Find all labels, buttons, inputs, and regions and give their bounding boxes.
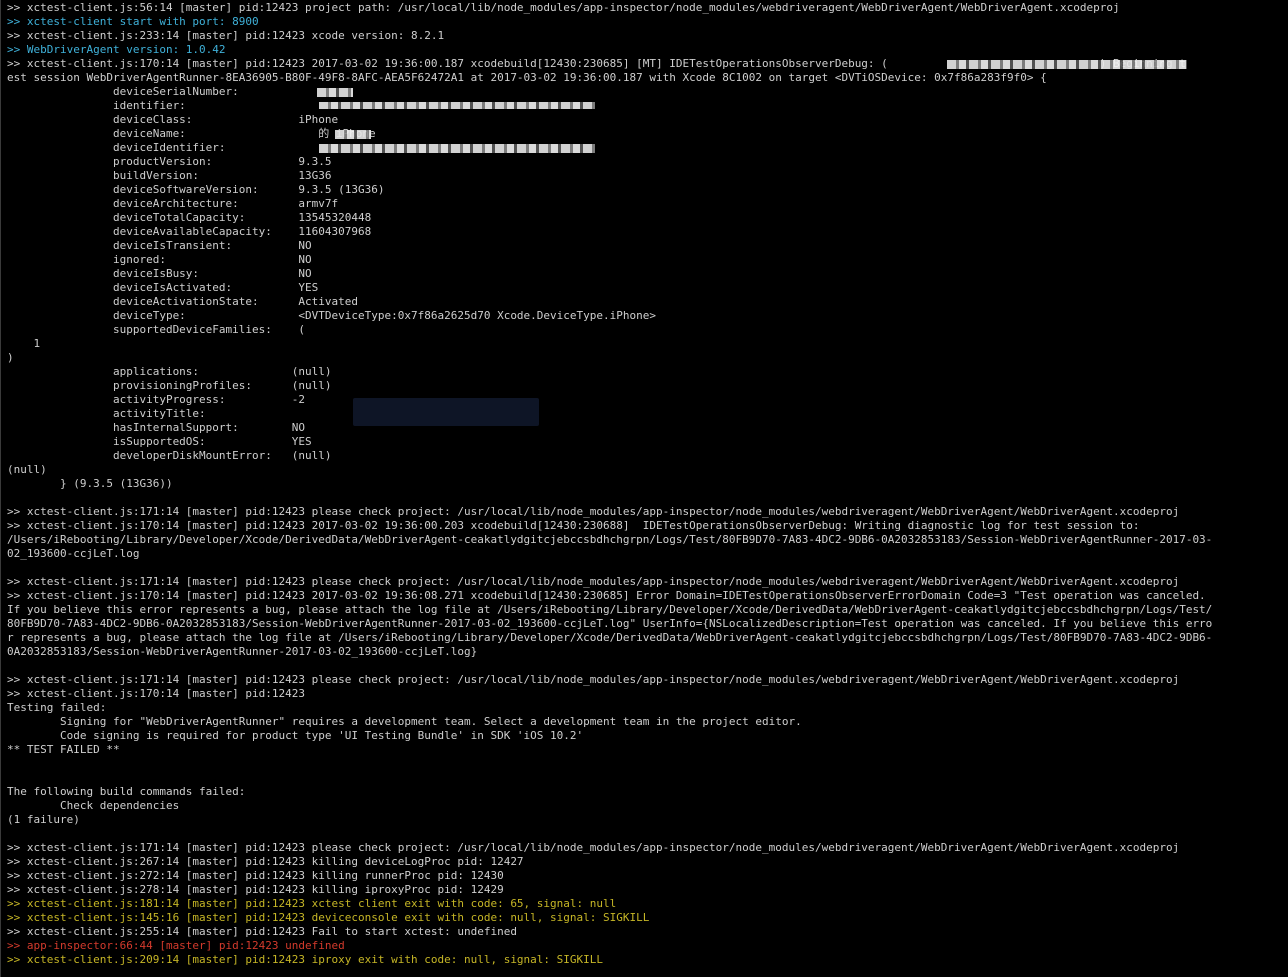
background-ghost-button [353,398,539,426]
log-line: deviceIsTransient: NO [7,239,312,252]
log-line: deviceActivationState: Activated [7,295,358,308]
log-line: deviceIsActivated: YES [7,281,319,294]
log-line: deviceIsBusy: NO [7,267,312,280]
log-line: deviceTotalCapacity: 13545320448 [7,211,372,224]
log-line: 0A2032853183/Session-WebDriverAgentRunne… [7,645,478,658]
log-line: >> xctest-client.js:170:14 [master] pid:… [7,589,1206,602]
log-line: /Users/iRebooting/Library/Developer/Xcod… [7,533,1213,546]
log-line: provisioningProfiles: (null) [7,379,332,392]
redacted-block [317,88,353,97]
log-line: deviceType: <DVTDeviceType:0x7f86a2625d7… [7,309,657,322]
log-line: ignored: NO [7,253,312,266]
log-line: deviceClass: iPhone [7,113,339,126]
log-line: deviceAvailableCapacity: 11604307968 [7,225,372,238]
log-line: >> xctest-client.js:272:14 [master] pid:… [7,869,504,882]
log-line: ) [7,351,14,364]
log-line: est session WebDriverAgentRunner-8EA3690… [7,71,1047,84]
log-line: identifier: [7,99,186,112]
log-line: 1 [7,337,41,350]
log-line: (null) [7,463,47,476]
log-line: >> app-inspector:66:44 [master] pid:1242… [7,939,345,952]
redacted-block [335,130,371,139]
log-line: >> xctest-client.js:209:14 [master] pid:… [7,953,604,966]
log-line: deviceSoftwareVersion: 9.3.5 (13G36) [7,183,385,196]
log-line: supportedDeviceFamilies: ( [7,323,306,336]
log-line: ** TEST FAILED ** [7,743,120,756]
log-line: 02_193600-ccjLeT.log [7,547,140,560]
log-line: deviceName: 的 iPhone [7,127,376,140]
log-line: deviceSerialNumber: [7,85,239,98]
log-line: Code signing is required for product typ… [7,729,584,742]
log-line: deviceArchitecture: armv7f [7,197,339,210]
log-line: >> xctest-client.js:171:14 [master] pid:… [7,841,1180,854]
log-line: isSupportedOS: YES [7,435,312,448]
log-line: >> xctest-client.js:171:14 [master] pid:… [7,505,1180,518]
log-line: Signing for "WebDriverAgentRunner" requi… [7,715,802,728]
log-line: If you believe this error represents a b… [7,603,1213,616]
log-line: >> xctest-client.js:278:14 [master] pid:… [7,883,504,896]
log-line: (1 failure) [7,813,80,826]
log-line: developerDiskMountError: (null) [7,449,332,462]
redacted-block [319,144,595,153]
log-line: >> xctest-client.js:170:14 [master] pid:… [7,687,306,700]
log-line: >> xctest-client.js:171:14 [master] pid:… [7,673,1180,686]
redacted-block [319,102,595,109]
log-line: >> xctest-client.js:255:14 [master] pid:… [7,925,517,938]
log-line: >> xctest-client start with port: 8900 [7,15,259,28]
log-line: >> xctest-client.js:233:14 [master] pid:… [7,29,445,42]
log-line: Testing failed: [7,701,107,714]
log-line: The following build commands failed: [7,785,246,798]
log-line: buildVersion: 13G36 [7,169,332,182]
log-line: activityTitle: [7,407,206,420]
log-line: hasInternalSupport: NO [7,421,306,434]
log-line: 80FB9D70-7A83-4DC2-9DB6-0A2032853183/Ses… [7,617,1213,630]
log-line: Check dependencies [7,799,180,812]
terminal-window[interactable]: >> xctest-client.js:56:14 [master] pid:1… [0,0,1288,977]
log-line: applications: (null) [7,365,332,378]
terminal-output: >> xctest-client.js:56:14 [master] pid:1… [7,1,1285,967]
log-line: } (9.3.5 (13G36)) [7,477,173,490]
log-line: >> xctest-client.js:170:14 [master] pid:… [7,519,1140,532]
log-line: >> xctest-client.js:181:14 [master] pid:… [7,897,617,910]
log-line: deviceIdentifier: [7,141,226,154]
log-line: r represents a bug, please attach the lo… [7,631,1213,644]
log-line: >> WebDriverAgent version: 1.0.42 [7,43,226,56]
log-line: productVersion: 9.3.5 [7,155,332,168]
redacted-block [947,60,1187,69]
log-line: activityProgress: -2 [7,393,306,406]
log-line: >> xctest-client.js:56:14 [master] pid:1… [7,1,1120,14]
log-line: >> xctest-client.js:267:14 [master] pid:… [7,855,524,868]
log-line: >> xctest-client.js:145:16 [master] pid:… [7,911,650,924]
log-line: >> xctest-client.js:171:14 [master] pid:… [7,575,1180,588]
